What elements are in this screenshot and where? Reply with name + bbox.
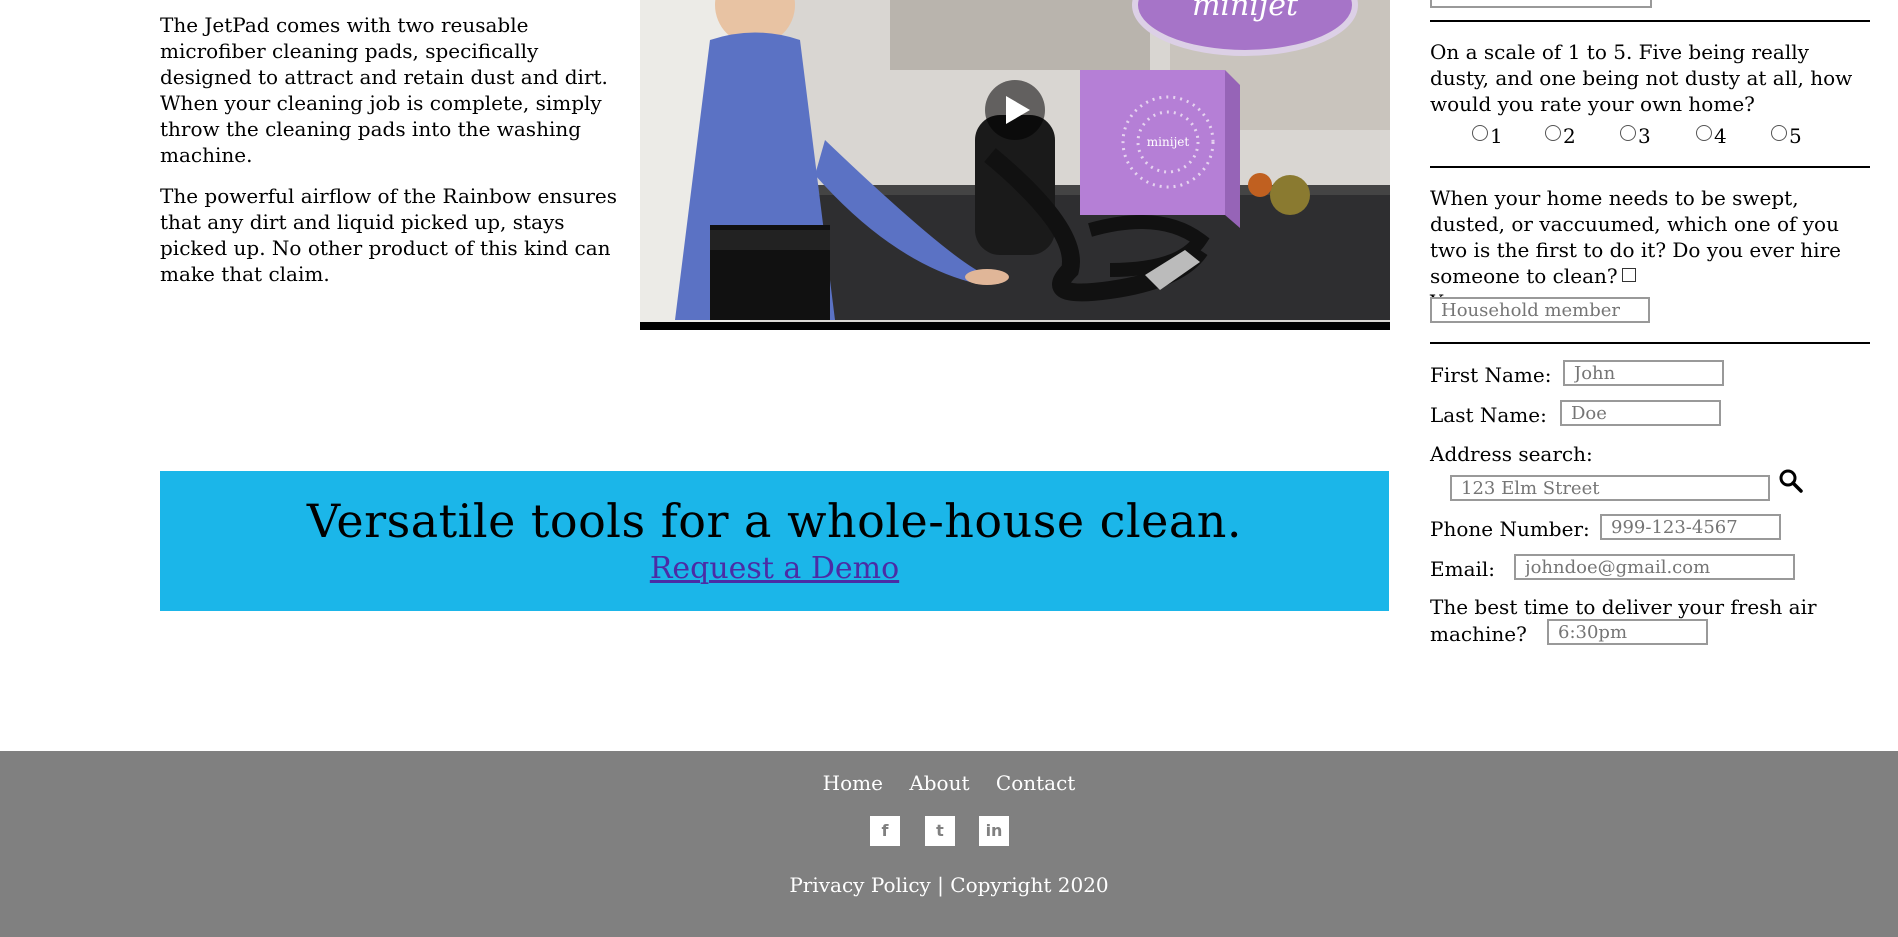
email-label: Email: [1430, 557, 1496, 581]
address-search-input[interactable] [1450, 475, 1770, 501]
footer-link-about[interactable]: About [909, 771, 969, 795]
description-paragraph-2: The powerful airflow of the Rainbow ensu… [160, 184, 618, 286]
radio-icon[interactable] [1696, 125, 1712, 141]
form-divider [1430, 20, 1870, 22]
radio-icon[interactable] [1472, 125, 1488, 141]
email-input[interactable] [1514, 554, 1795, 580]
phone-number-input[interactable] [1600, 514, 1781, 540]
phone-number-label: Phone Number: [1430, 517, 1590, 541]
delivery-time-label-line-1: The best time to deliver your fresh air [1430, 595, 1817, 619]
twitter-icon[interactable]: t [925, 816, 955, 846]
clean-question-block: When your home needs to be swept, dusted… [1430, 185, 1870, 315]
footer-nav: Home About Contact [0, 771, 1898, 795]
dust-option-2[interactable]: 2 [1545, 124, 1576, 148]
request-demo-link[interactable]: Request a Demo [650, 551, 899, 586]
footer-copyright[interactable]: Privacy Policy | Copyright 2020 [0, 873, 1898, 897]
first-name-input[interactable] [1563, 360, 1724, 386]
form-divider [1430, 166, 1870, 168]
dust-question: On a scale of 1 to 5. Five being really … [1430, 40, 1853, 116]
radio-icon[interactable] [1620, 125, 1636, 141]
site-footer: Home About Contact f t in Privacy Policy… [0, 751, 1898, 937]
last-name-label: Last Name: [1430, 403, 1547, 427]
delivery-time-label-line-2: machine? [1430, 622, 1527, 646]
video-frame: minijet minijet [640, 0, 1390, 330]
video-sign-text: minijet [1192, 0, 1299, 23]
linkedin-icon[interactable]: in [979, 816, 1009, 846]
top-partial-input[interactable] [1430, 0, 1652, 8]
product-video[interactable]: minijet minijet [640, 0, 1390, 330]
address-search-label: Address search: [1430, 442, 1593, 466]
facebook-icon[interactable]: f [870, 816, 900, 846]
footer-link-home[interactable]: Home [823, 771, 883, 795]
dust-option-5[interactable]: 5 [1771, 124, 1802, 148]
footer-link-contact[interactable]: Contact [996, 771, 1075, 795]
first-name-label: First Name: [1430, 363, 1552, 387]
promo-banner: Versatile tools for a whole-house clean.… [160, 471, 1389, 611]
delivery-time-input[interactable] [1547, 619, 1708, 645]
last-name-input[interactable] [1560, 400, 1721, 426]
form-divider [1430, 342, 1870, 344]
description-paragraph-1: The JetPad comes with two reusable micro… [160, 13, 608, 167]
search-icon[interactable] [1778, 468, 1804, 494]
video-box-text: minijet [1147, 135, 1190, 149]
household-member-input[interactable] [1430, 297, 1650, 323]
product-description: The JetPad comes with two reusable micro… [160, 12, 635, 302]
hire-yes-checkbox[interactable] [1621, 268, 1636, 282]
radio-icon[interactable] [1545, 125, 1561, 141]
dust-option-3[interactable]: 3 [1620, 124, 1651, 148]
radio-icon[interactable] [1771, 125, 1787, 141]
banner-headline: Versatile tools for a whole-house clean. [306, 494, 1243, 548]
dust-option-4[interactable]: 4 [1696, 124, 1727, 148]
dust-option-1[interactable]: 1 [1472, 124, 1503, 148]
